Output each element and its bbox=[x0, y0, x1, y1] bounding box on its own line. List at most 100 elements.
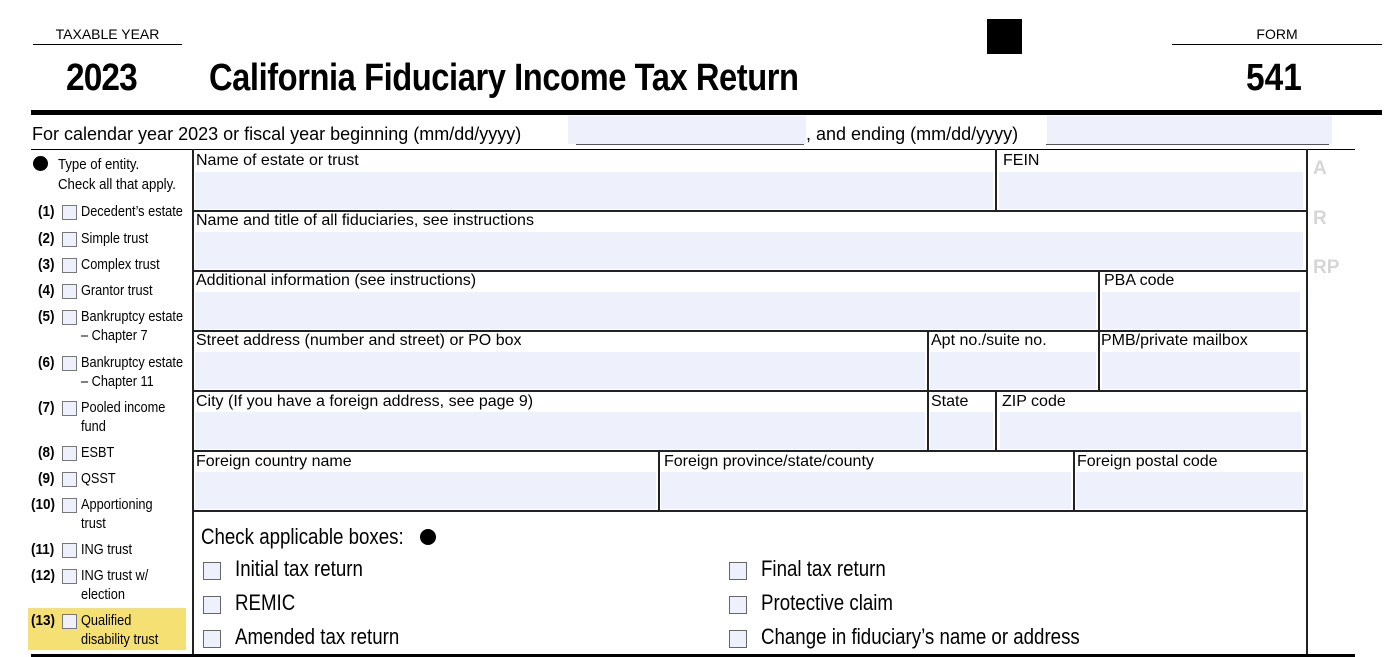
protective-claim-checkbox[interactable] bbox=[729, 596, 747, 614]
entity-label-line1: Complex trust bbox=[81, 256, 160, 273]
entity-checkbox[interactable] bbox=[62, 498, 77, 513]
registration-mark-icon bbox=[987, 19, 1022, 54]
pba-code-label: PBA code bbox=[1104, 272, 1175, 289]
pmb-input[interactable] bbox=[1102, 352, 1300, 389]
fiscal-year-end-input[interactable] bbox=[1047, 116, 1332, 144]
tax-year: 2023 bbox=[66, 57, 138, 99]
fiduciary-change-checkbox[interactable] bbox=[729, 630, 747, 648]
entity-label-line2: trust bbox=[81, 515, 106, 532]
entity-label: QSST bbox=[81, 469, 116, 488]
foreign-country-label: Foreign country name bbox=[196, 453, 352, 470]
entity-checkbox[interactable] bbox=[62, 310, 77, 325]
side-code-a: A bbox=[1313, 158, 1327, 179]
entity-label: ING trust w/election bbox=[81, 566, 148, 604]
state-label: State bbox=[931, 393, 969, 410]
foreign-province-input[interactable] bbox=[661, 472, 1071, 509]
form-number: 541 bbox=[1246, 57, 1302, 99]
fein-input[interactable] bbox=[999, 172, 1303, 209]
entity-label-line1: Pooled income bbox=[81, 399, 166, 416]
entity-number: (12) bbox=[31, 567, 56, 584]
additional-info-label: Additional information (see instructions… bbox=[196, 272, 477, 289]
entity-label-line1: ESBT bbox=[81, 444, 115, 461]
grid-line bbox=[927, 330, 929, 450]
final-return-checkbox[interactable] bbox=[729, 562, 747, 580]
grid-line bbox=[995, 149, 997, 210]
foreign-country-input[interactable] bbox=[195, 472, 656, 509]
grid-line bbox=[658, 450, 660, 510]
entity-label: Pooled income fund bbox=[81, 398, 165, 436]
street-address-input[interactable] bbox=[195, 352, 925, 389]
entity-checkbox[interactable] bbox=[62, 232, 77, 247]
form-label: FORM bbox=[1172, 26, 1382, 45]
state-input[interactable] bbox=[930, 412, 993, 449]
entity-number: (7) bbox=[38, 399, 55, 416]
entity-checkbox[interactable] bbox=[62, 446, 77, 461]
foreign-province-label: Foreign province/state/county bbox=[664, 453, 874, 470]
entity-checkbox[interactable] bbox=[62, 284, 77, 299]
entity-label-line2: – Chapter 7 bbox=[81, 327, 148, 344]
side-code-r: R bbox=[1313, 208, 1327, 229]
entity-checkbox[interactable] bbox=[62, 401, 77, 416]
entity-checkbox[interactable] bbox=[62, 543, 77, 558]
grid-line bbox=[192, 510, 1307, 512]
pmb-label: PMB/private mailbox bbox=[1101, 332, 1248, 349]
entity-checkbox[interactable] bbox=[62, 569, 77, 584]
remic-label: REMIC bbox=[235, 590, 296, 615]
entity-label-line1: ING trust bbox=[81, 541, 133, 558]
entity-checkbox[interactable] bbox=[62, 614, 77, 629]
entity-label: Simple trust bbox=[81, 229, 148, 248]
apt-label: Apt no./suite no. bbox=[931, 332, 1047, 349]
bullet-icon bbox=[420, 529, 436, 545]
entity-number: (9) bbox=[38, 470, 55, 487]
entity-label: ING trust bbox=[81, 540, 132, 559]
entity-label: Decedent’s estate bbox=[81, 202, 183, 221]
entity-label-line2: disability trust bbox=[81, 631, 159, 648]
side-code-rp: RP bbox=[1313, 257, 1340, 278]
entity-number: (4) bbox=[38, 282, 55, 299]
city-input[interactable] bbox=[195, 412, 925, 449]
entity-label-line1: Apportioning bbox=[81, 496, 153, 513]
foreign-postal-input[interactable] bbox=[1076, 472, 1303, 509]
entity-label-line1: Grantor trust bbox=[81, 282, 153, 299]
entity-label: Grantor trust bbox=[81, 281, 153, 300]
entity-number: (6) bbox=[38, 354, 55, 371]
zip-input[interactable] bbox=[1000, 412, 1301, 449]
fiscal-year-begin-input[interactable] bbox=[568, 116, 806, 144]
entity-number: (8) bbox=[38, 444, 55, 461]
fiscal-year-divider bbox=[31, 149, 1355, 150]
entity-label-line1: Simple trust bbox=[81, 230, 149, 247]
entity-label: Bankruptcy estate – Chapter 11 bbox=[81, 353, 183, 391]
entity-checkbox[interactable] bbox=[62, 472, 77, 487]
check-applicable-heading: Check applicable boxes: bbox=[201, 524, 404, 549]
fiscal-year-end-label: , and ending (mm/dd/yyyy) bbox=[806, 124, 1019, 144]
entity-label: Complex trust bbox=[81, 255, 160, 274]
additional-info-input[interactable] bbox=[195, 292, 1096, 329]
entity-label-line1: Decedent’s estate bbox=[81, 203, 183, 220]
fiduciaries-input[interactable] bbox=[195, 232, 1303, 269]
fein-label: FEIN bbox=[1003, 152, 1040, 169]
pba-code-input[interactable] bbox=[1102, 292, 1300, 329]
city-label: City (If you have a foreign address, see… bbox=[196, 393, 534, 410]
entity-number: (1) bbox=[38, 203, 55, 220]
fiduciary-change-label: Change in fiduciary’s name or address bbox=[761, 624, 1080, 649]
entity-number: (3) bbox=[38, 256, 55, 273]
entity-label-line1: QSST bbox=[81, 470, 116, 487]
entity-label: Qualified disability trust bbox=[81, 611, 158, 649]
entity-label: Bankruptcy estate – Chapter 7 bbox=[81, 307, 183, 345]
grid-line bbox=[192, 149, 194, 655]
apt-input[interactable] bbox=[930, 352, 1096, 389]
entity-number: (2) bbox=[38, 230, 55, 247]
estate-name-input[interactable] bbox=[195, 172, 993, 209]
zip-label: ZIP code bbox=[1002, 393, 1066, 410]
fiscal-year-begin-label: For calendar year 2023 or fiscal year be… bbox=[32, 124, 522, 144]
entity-checkbox[interactable] bbox=[62, 356, 77, 371]
amended-return-checkbox[interactable] bbox=[203, 630, 221, 648]
entity-checkbox[interactable] bbox=[62, 258, 77, 273]
amended-return-label: Amended tax return bbox=[235, 624, 400, 649]
entity-checkbox[interactable] bbox=[62, 205, 77, 220]
initial-return-label: Initial tax return bbox=[235, 556, 363, 581]
initial-return-checkbox[interactable] bbox=[203, 562, 221, 580]
header-divider bbox=[31, 110, 1382, 115]
remic-checkbox[interactable] bbox=[203, 596, 221, 614]
entity-number: (5) bbox=[38, 308, 55, 325]
